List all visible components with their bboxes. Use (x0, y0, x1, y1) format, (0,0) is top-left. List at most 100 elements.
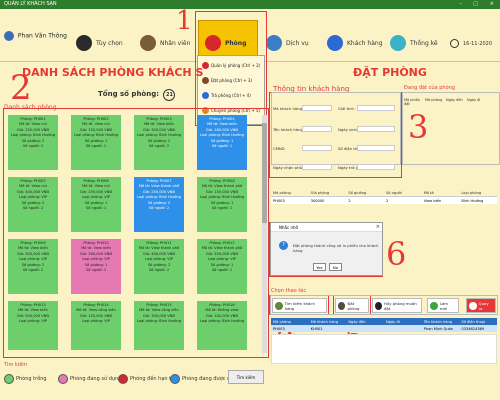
table-row[interactable]: PH003 300000 2 2 View biển Bình thường (271, 197, 497, 204)
user-name: Phan Văn Thông (17, 32, 67, 40)
cancel-icon (375, 301, 382, 310)
dialog-title: Nhắc nhở (271, 223, 382, 232)
room-tile[interactable]: Phòng: PH010 Mô tả: View biển Giá: 280,000… (71, 239, 121, 294)
legend-title: Tìm kiếm (4, 362, 28, 368)
booking-icon (338, 301, 346, 310)
scrollbar-thumb[interactable] (262, 123, 267, 223)
room-tile[interactable]: Phòng: PH011 Mô tả: View thành phố Giá: 40… (134, 239, 184, 294)
room-tile[interactable]: Phòng: PH016 Mô tả: Không view Giá: 100,00… (197, 301, 247, 350)
legend-dot-icon (118, 374, 128, 384)
toolbar-options-button[interactable]: Tùy chọn (72, 20, 132, 66)
find-customer-button[interactable]: Tìm kiếm khách hàng (272, 298, 327, 313)
button-label: Làm mới (439, 300, 449, 311)
room-tile[interactable]: Phòng: PH002 Mô tả: View núi Giá: 150,000 … (71, 115, 121, 170)
exit-button[interactable]: Quay ra (466, 298, 496, 313)
selected-room-table: Mã phòng Giá phòng Số giường Số người Mô… (271, 190, 497, 204)
rooms-panel-title: DANH SÁCH PHÒNG KHÁCH S (22, 66, 204, 79)
room-type: Loại phòng: Bình thường (136, 195, 182, 200)
booked-col-header: Mã phiếu đặt (404, 98, 421, 106)
room-people: Số người: 1 (211, 268, 233, 273)
room-tile[interactable]: Phòng: PH006 Mô tả: View núi Giá: 250,000 … (71, 177, 121, 232)
phone-input[interactable] (357, 145, 395, 151)
cell: KH001 (310, 326, 323, 331)
annotation-number-1: 1 (176, 6, 193, 36)
room-tile[interactable]: Phòng: PH001 Mô tả: View núi Giá: 250,000 … (8, 115, 58, 170)
col-header: Mã phòng (273, 191, 291, 195)
room-grid-scrollbar[interactable] (262, 115, 267, 353)
legend-dot-icon (4, 374, 14, 384)
room-people: Số người: 1 (85, 206, 107, 211)
room-tile[interactable]: Phòng: PH007 Mô tả: View thành phố Giá: 25… (134, 177, 184, 232)
col-header: Ngày đi (386, 319, 400, 324)
toolbar-services-button[interactable]: Dịch vụ (262, 20, 322, 66)
legend-search-button[interactable]: Tìm kiếm (228, 370, 264, 384)
room-type: Loại phòng: Bình thường (136, 133, 182, 138)
cell: 0334624369 (461, 326, 485, 331)
room-people: Số người: 1 (211, 144, 233, 149)
table-row[interactable]: PH003 KH001 Phan Minh Quân 0334624369 (271, 325, 497, 332)
room-people: Số người: 2 (22, 268, 44, 273)
customer-name-input[interactable] (302, 126, 332, 132)
legend-in-use: Phòng đang sử dụng (58, 374, 121, 384)
button-label: Đặt phòng (347, 300, 360, 311)
room-tile[interactable]: Phòng: PH014 Mô tả: View công viên Giá: 15… (71, 301, 121, 350)
dialog-yes-button[interactable]: Yes (313, 263, 326, 271)
customer-id-input[interactable] (302, 105, 332, 111)
birthday-label: Ngày sinh (338, 127, 357, 132)
room-list-label: Danh sách phòng (4, 104, 57, 111)
id-card-input[interactable] (302, 145, 332, 151)
booking-list-table: Mã phòng Mã khách hàng Ngày đến Ngày đi … (271, 318, 497, 332)
user-avatar-icon (4, 31, 14, 41)
room-tile[interactable]: Phòng: PH003 Mô tả: View biển Giá: 300,000… (134, 115, 184, 170)
room-tile[interactable]: Phòng: PH012 Mô tả: View thành phố Giá: 25… (197, 239, 247, 294)
room-people: Số người: 2 (22, 206, 44, 211)
total-rooms-label: Tổng số phòng: (98, 90, 160, 98)
minimize-button[interactable]: – (460, 1, 463, 7)
col-header: Số người (386, 191, 402, 195)
window-title: QUẢN LÝ KHÁCH SẠN (4, 1, 57, 7)
customer-icon (327, 35, 343, 51)
room-tile[interactable]: Phòng: PH005 Mô tả: View núi Giá: 400,000 … (8, 177, 58, 232)
birthday-picker[interactable] (357, 126, 395, 132)
id-card-label: CMND (273, 146, 285, 151)
legend-booked: Phòng đang được đặt (170, 374, 235, 384)
booked-col-header: Mã phòng (425, 98, 443, 102)
toolbar-options-label: Tùy chọn (96, 39, 123, 47)
room-grid: Phòng: PH001 Mô tả: View núi Giá: 250,000 … (8, 115, 263, 350)
question-icon: ? (279, 241, 288, 250)
toolbar-customers-button[interactable]: Khách hàng (323, 20, 383, 66)
room-tile[interactable]: Phòng: PH013 Mô tả: View biển Giá: 500,000… (8, 301, 58, 350)
total-rooms: Tổng số phòng: 21 (98, 89, 176, 101)
user-block: Phan Văn Thông (4, 31, 67, 41)
col-header: Tên khách hàng (423, 319, 453, 324)
checkin-picker[interactable] (302, 164, 332, 170)
booked-col-header: Ngày đi (467, 98, 481, 102)
book-room-button[interactable]: Đặt phòng (335, 298, 369, 313)
date-display: 16-11-2020 (450, 39, 492, 48)
close-button[interactable]: × (490, 1, 494, 7)
button-label: Quay ra (478, 300, 489, 311)
checkout-picker[interactable] (357, 164, 395, 170)
room-type: Loại phòng: Bình thường (73, 133, 119, 138)
room-type: Loại phòng: Bình thường (136, 319, 182, 324)
gender-select[interactable] (357, 105, 395, 111)
search-button-label: Tìm kiếm (236, 374, 256, 380)
stats-icon (390, 35, 406, 51)
room-tile[interactable]: Phòng: PH009 Mô tả: View biển Giá: 300,000… (8, 239, 58, 294)
room-people: Số người: 1 (211, 206, 233, 211)
actions-title: Chọn thao tác (271, 288, 307, 294)
col-header: Loại phòng (461, 191, 482, 195)
dialog-close-icon[interactable]: × (376, 224, 380, 230)
cancel-booking-button[interactable]: Hủy phòng muốn đặt (372, 298, 422, 313)
room-tile[interactable]: Phòng: PH015 Mô tả: View công viên Giá: 30… (134, 301, 184, 350)
room-tile[interactable]: Phòng: PH008 Mô tả: View thành phố Giá: 15… (197, 177, 247, 232)
col-header: Ngày đến (348, 319, 366, 324)
maximize-button[interactable]: □ (473, 1, 478, 7)
col-header: Giá phòng (310, 191, 330, 195)
refresh-button[interactable]: Làm mới (427, 298, 459, 313)
room-tile[interactable]: Phòng: PH004 Mô tả: View biển Giá: 180,000… (197, 115, 247, 170)
legend-due: Phòng đến hạn trả (118, 374, 176, 384)
toolbar-stats-button[interactable]: Thống kê (386, 20, 442, 66)
dialog-no-button[interactable]: No (329, 263, 342, 271)
room-people: Số người: 1 (85, 268, 107, 273)
